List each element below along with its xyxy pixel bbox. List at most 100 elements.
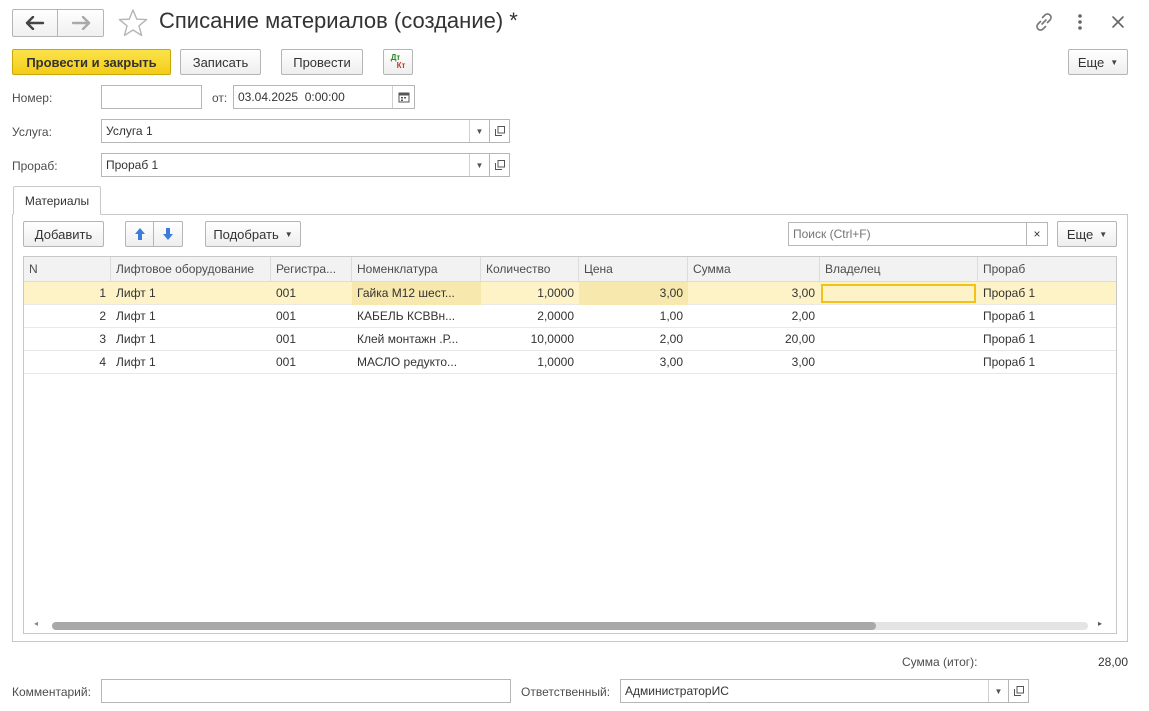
forward-button[interactable]	[58, 9, 104, 37]
chevron-down-icon: ▼	[475, 126, 484, 136]
cell-foreman: Прораб 1	[983, 309, 1036, 323]
service-field[interactable]: Услуга 1 ▼	[101, 119, 490, 143]
column-header-equipment[interactable]: Лифтовое оборудование	[111, 257, 271, 282]
calendar-icon	[398, 92, 409, 103]
foreman-label: Прораб:	[12, 159, 58, 173]
close-icon[interactable]	[1108, 12, 1128, 35]
cell-price: 3,00	[659, 355, 683, 369]
cell-price: 1,00	[659, 309, 683, 323]
responsible-open-button[interactable]	[1009, 679, 1029, 703]
cell-foreman: Прораб 1	[983, 355, 1036, 369]
column-header-sum[interactable]: Сумма	[688, 257, 820, 282]
arrow-right-icon	[71, 16, 90, 30]
date-value: 03.04.2025 0:00:00	[238, 90, 345, 104]
chevron-down-icon: ▼	[1110, 57, 1119, 67]
cell-registration: 001	[276, 286, 297, 300]
post-button[interactable]: Провести	[281, 49, 363, 75]
number-input[interactable]	[106, 90, 197, 104]
chevron-down-icon: ▼	[284, 229, 293, 239]
service-dropdown-button[interactable]: ▼	[469, 120, 489, 142]
cell-nomenclature: Клей монтажн .Р...	[357, 332, 459, 346]
cell-owner-focused[interactable]	[821, 284, 976, 303]
table-row[interactable]: 2 Лифт 1 001 КАБЕЛЬ КСВВн... 2,0000 1,00…	[24, 305, 1116, 328]
cell-nomenclature: Гайка М12 шест...	[352, 282, 481, 305]
cell-quantity: 2,0000	[537, 309, 574, 323]
column-header-n[interactable]: N	[24, 257, 111, 282]
cell-price: 3,00	[579, 282, 688, 305]
favorite-star-icon[interactable]	[117, 8, 149, 41]
table-row[interactable]: 3 Лифт 1 001 Клей монтажн .Р... 10,0000 …	[24, 328, 1116, 351]
service-label: Услуга:	[12, 125, 52, 139]
column-header-quantity[interactable]: Количество	[481, 257, 579, 282]
cell-owner	[820, 328, 978, 351]
search-input[interactable]	[793, 227, 1022, 241]
open-window-icon	[494, 160, 505, 170]
open-window-icon	[1013, 686, 1024, 696]
materials-table[interactable]: N Лифтовое оборудование Регистра... Номе…	[23, 256, 1117, 634]
column-header-registration[interactable]: Регистра...	[271, 257, 352, 282]
foreman-dropdown-button[interactable]: ▼	[469, 154, 489, 176]
comment-input[interactable]	[106, 684, 506, 698]
cell-equipment: Лифт 1	[116, 355, 156, 369]
table-row[interactable]: 1 Лифт 1 001 Гайка М12 шест... 1,0000 3,…	[24, 282, 1116, 305]
horizontal-scrollbar[interactable]: ◂ ▸	[24, 617, 1116, 633]
move-up-button[interactable]	[125, 221, 154, 247]
add-row-button[interactable]: Добавить	[23, 221, 104, 247]
cell-owner	[820, 305, 978, 328]
move-down-button[interactable]	[154, 221, 183, 247]
column-header-nomenclature[interactable]: Номенклатура	[352, 257, 481, 282]
foreman-open-button[interactable]	[490, 153, 510, 177]
more-vertical-icon[interactable]	[1072, 12, 1088, 35]
responsible-field[interactable]: АдминистраторИС ▼	[620, 679, 1009, 703]
cell-foreman: Прораб 1	[983, 286, 1036, 300]
responsible-label: Ответственный:	[521, 685, 611, 699]
page-title: Списание материалов (создание) *	[159, 8, 518, 33]
tab-materials[interactable]: Материалы	[13, 186, 101, 215]
comment-field[interactable]	[101, 679, 511, 703]
service-value: Услуга 1	[106, 124, 153, 138]
table-header: N Лифтовое оборудование Регистра... Номе…	[24, 257, 1116, 282]
column-header-foreman[interactable]: Прораб	[978, 257, 1116, 282]
chevron-down-icon: ▼	[1099, 229, 1108, 239]
column-header-price[interactable]: Цена	[579, 257, 688, 282]
more-menu-button[interactable]: Еще ▼	[1068, 49, 1128, 75]
cell-owner	[820, 351, 978, 374]
table-more-button[interactable]: Еще ▼	[1057, 221, 1117, 247]
search-clear-button[interactable]: ×	[1027, 222, 1048, 246]
back-button[interactable]	[12, 9, 58, 37]
number-label: Номер:	[12, 91, 53, 105]
cell-sum: 2,00	[791, 309, 815, 323]
table-more-label: Еще	[1066, 226, 1094, 242]
scroll-left-icon[interactable]: ◂	[34, 619, 38, 628]
pick-button[interactable]: Подобрать ▼	[205, 221, 301, 247]
save-button[interactable]: Записать	[180, 49, 261, 75]
cell-registration: 001	[276, 332, 297, 346]
comment-label: Комментарий:	[12, 685, 91, 699]
cell-sum: 20,00	[784, 332, 815, 346]
cell-sum: 3,00	[791, 286, 815, 300]
date-field[interactable]: 03.04.2025 0:00:00	[233, 85, 415, 109]
arrow-down-icon	[163, 228, 173, 240]
calendar-button[interactable]	[392, 86, 414, 108]
foreman-value: Прораб 1	[106, 158, 159, 172]
column-header-owner[interactable]: Владелец	[820, 257, 978, 282]
responsible-dropdown-button[interactable]: ▼	[988, 680, 1008, 702]
link-icon[interactable]	[1033, 11, 1055, 36]
service-open-button[interactable]	[490, 119, 510, 143]
search-field[interactable]	[788, 222, 1027, 246]
scroll-right-icon[interactable]: ▸	[1098, 619, 1102, 628]
pick-label: Подобрать	[213, 226, 279, 242]
cell-nomenclature: МАСЛО редукто...	[357, 355, 458, 369]
arrow-left-icon	[25, 16, 45, 30]
post-and-close-button[interactable]: Провести и закрыть	[12, 49, 171, 75]
foreman-field[interactable]: Прораб 1 ▼	[101, 153, 490, 177]
cell-quantity: 10,0000	[530, 332, 574, 346]
date-label: от:	[212, 91, 228, 105]
number-field[interactable]	[101, 85, 202, 109]
kt-label: Кт	[396, 61, 406, 70]
dt-kt-report-button[interactable]: Дт Кт	[383, 49, 413, 75]
cell-equipment: Лифт 1	[116, 332, 156, 346]
table-row[interactable]: 4 Лифт 1 001 МАСЛО редукто... 1,0000 3,0…	[24, 351, 1116, 374]
scrollbar-thumb[interactable]	[52, 622, 876, 630]
cell-sum: 3,00	[791, 355, 815, 369]
